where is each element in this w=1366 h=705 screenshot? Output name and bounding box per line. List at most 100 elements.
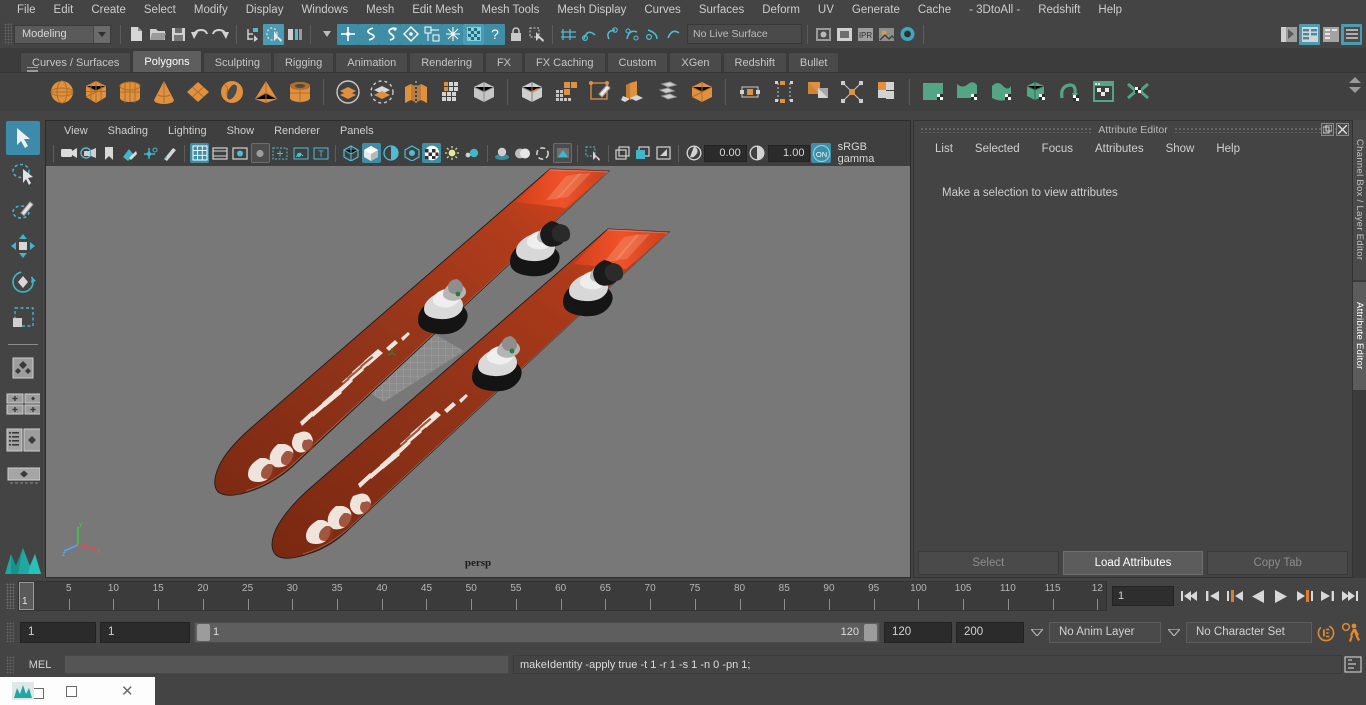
isolate-select-icon[interactable] <box>583 143 602 163</box>
poly-extrude-icon[interactable] <box>516 77 547 108</box>
close-icon[interactable]: ✕ <box>100 677 156 705</box>
help-question-button[interactable]: ? <box>484 23 505 45</box>
auto-key-icon[interactable] <box>1316 622 1336 642</box>
ae-menu-help[interactable]: Help <box>1205 143 1251 155</box>
snap-to-view-plane-button[interactable] <box>642 24 663 45</box>
script-editor-icon[interactable] <box>1344 655 1362 674</box>
menu-uv[interactable]: UV <box>809 0 843 20</box>
select-tool[interactable] <box>5 121 40 155</box>
range-bar[interactable]: 1 120 <box>194 621 880 643</box>
snap-to-curve-button[interactable] <box>579 24 600 45</box>
poly-append-icon[interactable] <box>802 77 833 108</box>
select-button[interactable]: Select <box>918 551 1059 575</box>
texture-shading-icon[interactable] <box>402 143 421 163</box>
redo-button[interactable] <box>210 24 231 45</box>
playback-end-field[interactable]: 120 <box>884 621 952 643</box>
poly-crease-icon[interactable] <box>870 77 901 108</box>
time-slider-playhead[interactable]: 1 <box>19 582 34 610</box>
layout-four-pane[interactable] <box>6 387 40 421</box>
poly-smooth-icon[interactable] <box>468 77 499 108</box>
grid-toggle-icon[interactable] <box>190 143 210 163</box>
poly-separate-icon[interactable] <box>618 77 649 108</box>
poly-bevel-icon[interactable] <box>584 77 615 108</box>
poly-chamfer-icon[interactable] <box>836 77 867 108</box>
save-scene-button[interactable] <box>168 24 189 45</box>
maximize-icon[interactable] <box>44 677 100 705</box>
anim-layer-field[interactable]: No Anim Layer <box>1049 621 1161 643</box>
hud-text-icon[interactable]: T <box>311 143 330 163</box>
poly-cylinder-icon[interactable] <box>114 77 145 108</box>
shelf-tab-rigging[interactable]: Rigging <box>272 52 335 72</box>
wireframe-shading-icon[interactable] <box>341 143 360 163</box>
film-gate-icon[interactable] <box>210 143 229 163</box>
menu-help[interactable]: Help <box>1089 0 1131 20</box>
camera-attributes-icon[interactable] <box>59 143 78 163</box>
undo-button[interactable] <box>189 24 210 45</box>
nurbs-cube-icon[interactable] <box>1020 77 1051 108</box>
open-scene-button[interactable] <box>147 24 168 45</box>
smooth-shade-all-icon[interactable] <box>361 143 381 163</box>
viewport-menu-lighting[interactable]: Lighting <box>158 125 217 137</box>
menu-deform[interactable]: Deform <box>753 0 809 20</box>
show-hide-tool-settings-button[interactable] <box>1341 23 1362 45</box>
rotate-tool[interactable] <box>6 265 40 299</box>
two-cameras-icon[interactable] <box>79 143 98 163</box>
snap-to-point-button[interactable] <box>600 24 621 45</box>
menu-edit-mesh[interactable]: Edit Mesh <box>403 0 472 20</box>
poly-mirror-icon[interactable] <box>400 77 431 108</box>
play-forwards-icon[interactable] <box>1271 586 1291 606</box>
make-live-button[interactable] <box>663 24 684 45</box>
layout-outliner-persp[interactable] <box>6 423 40 457</box>
nurbs-surface-icon[interactable] <box>952 77 983 108</box>
shelf-tab-sculpting[interactable]: Sculpting <box>202 52 272 72</box>
move-tool[interactable] <box>6 229 40 263</box>
exposure-field[interactable]: 0.00 <box>704 144 747 162</box>
select-by-hierarchy-button[interactable] <box>242 24 263 45</box>
select-by-object-type-button[interactable] <box>263 23 284 45</box>
gamma-field[interactable]: 1.00 <box>767 144 811 162</box>
menu-edit[interactable]: Edit <box>45 0 83 20</box>
command-input[interactable] <box>64 655 509 674</box>
go-to-end-icon[interactable] <box>1340 586 1360 606</box>
poly-pipe-icon[interactable] <box>284 77 315 108</box>
ae-menu-list[interactable]: List <box>924 143 964 155</box>
live-surface-field[interactable]: No Live Surface <box>687 24 802 44</box>
maya-app-icon[interactable] <box>12 682 34 700</box>
range-left-handle[interactable] <box>197 623 210 641</box>
tab-attribute-editor[interactable]: Attribute Editor <box>1353 282 1366 390</box>
nurbs-plane-icon[interactable] <box>918 77 949 108</box>
poly-bridge-icon[interactable] <box>734 77 765 108</box>
multi-component-button[interactable] <box>421 23 442 45</box>
shelf-tab-polygons[interactable]: Polygons <box>132 50 202 72</box>
close-icon[interactable] <box>1336 123 1349 136</box>
ae-menu-focus[interactable]: Focus <box>1031 143 1084 155</box>
command-line-gripper[interactable] <box>6 655 14 674</box>
menu-cache[interactable]: Cache <box>909 0 960 20</box>
menu-mesh-display[interactable]: Mesh Display <box>548 0 635 20</box>
safe-action-icon[interactable] <box>291 143 310 163</box>
edge-mode-button[interactable] <box>358 23 379 45</box>
viewport-menu-view[interactable]: View <box>54 125 98 137</box>
ae-menu-attributes[interactable]: Attributes <box>1084 143 1155 155</box>
nurbs-loft-icon[interactable] <box>986 77 1017 108</box>
ambient-occlusion-icon[interactable] <box>513 143 532 163</box>
shadows-icon[interactable] <box>493 143 512 163</box>
menu-curves[interactable]: Curves <box>635 0 689 20</box>
uv-mode-button[interactable] <box>400 23 421 45</box>
copy-tab-button[interactable]: Copy Tab <box>1207 551 1349 575</box>
shelf-tab-animation[interactable]: Animation <box>335 52 409 72</box>
load-attributes-button[interactable]: Load Attributes <box>1062 551 1204 575</box>
poly-pyramid-icon[interactable] <box>250 77 281 108</box>
go-to-start-icon[interactable] <box>1179 586 1199 606</box>
range-right-handle[interactable] <box>864 623 877 641</box>
layout-single-pane[interactable] <box>6 351 40 385</box>
render-view-button[interactable] <box>876 24 897 45</box>
shelf-tab-fx-caching[interactable]: FX Caching <box>524 52 606 72</box>
menu-3dtoall[interactable]: - 3DtoAll - <box>960 0 1029 20</box>
step-forward-frame-icon[interactable] <box>1294 586 1314 606</box>
manipulator-icon[interactable] <box>140 143 159 163</box>
shelf-menu-handle[interactable] <box>22 58 42 80</box>
face-mode-button[interactable] <box>379 23 400 45</box>
bookmark-icon[interactable] <box>99 143 118 163</box>
select-by-component-type-button[interactable] <box>284 24 305 45</box>
